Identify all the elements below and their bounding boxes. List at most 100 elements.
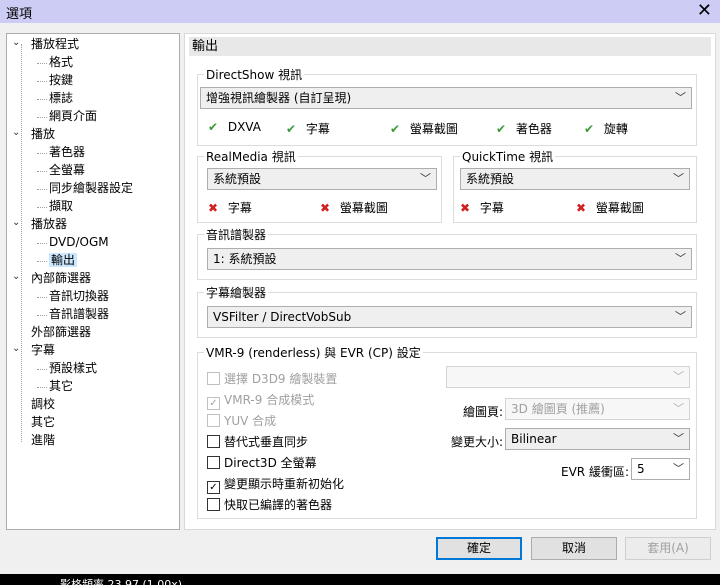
expand-chevron-icon[interactable]: ⌄ xyxy=(12,127,20,138)
chevron-down-icon: ﹀ xyxy=(673,172,684,185)
close-icon[interactable]: ✕ xyxy=(697,1,712,21)
vmr9-mixer-checkbox[interactable]: ✓ VMR-9 合成模式 xyxy=(207,391,314,410)
chevron-down-icon: ﹀ xyxy=(420,172,431,185)
directshow-renderer-select[interactable]: 增強視訊繪製器 (自訂呈現) ﹀ xyxy=(200,87,692,109)
chevron-down-icon: ﹀ xyxy=(673,432,684,445)
tree-item-label: 擷取 xyxy=(49,199,74,213)
tree-item-label: 內部篩選器 xyxy=(31,271,92,285)
window-title: 選項 xyxy=(6,7,33,22)
directshow-legend: DirectShow 視訊 xyxy=(204,66,305,83)
surface-label: 繪圖頁: xyxy=(463,405,504,419)
player-status-strip: 影格頻率 23.97 (1.00x) xyxy=(0,574,720,585)
expand-chevron-icon[interactable]: ⌄ xyxy=(12,271,20,282)
tree-item-label: 輸出 xyxy=(49,253,78,267)
resize-value: Bilinear xyxy=(511,432,557,446)
cancel-button[interactable]: 取消 xyxy=(531,537,617,560)
realmedia-group: RealMedia 視訊 系統預設 ﹀ ✖ 字幕 ✖ 螢幕截圖 xyxy=(197,148,442,223)
page-title: 輸出 xyxy=(189,37,711,56)
tree-item[interactable]: 擷取 xyxy=(49,198,73,215)
subtitle-renderer-group: 字幕繪製器 VSFilter / DirectVobSub ﹀ xyxy=(197,284,697,338)
subtitle-renderer-select[interactable]: VSFilter / DirectVobSub ﹀ xyxy=(207,306,692,328)
quicktime-cap-subtitle: ✖ 字幕 xyxy=(460,201,504,215)
audio-renderer-select[interactable]: 1: 系統預設 ﹀ xyxy=(207,248,692,270)
tree-item[interactable]: 預設樣式 xyxy=(49,360,97,377)
cap-subtitle: ✔ 字幕 xyxy=(286,122,330,136)
chevron-down-icon: ﹀ xyxy=(675,252,686,265)
cap-screenshot: ✔ 螢幕截圖 xyxy=(390,122,458,136)
yuv-mixing-checkbox[interactable]: YUV 合成 xyxy=(207,412,276,429)
cap-shader: ✔ 著色器 xyxy=(496,122,552,136)
d3d-fullscreen-checkbox[interactable]: Direct3D 全螢幕 xyxy=(207,454,317,471)
tree-item-label: 網頁介面 xyxy=(49,109,98,123)
tree-connector xyxy=(37,171,47,172)
tree-item[interactable]: 同步繪製器設定 xyxy=(49,180,133,197)
cache-shaders-checkbox[interactable]: 快取已編譯的著色器 xyxy=(207,496,332,513)
d3d9-device-select[interactable]: ﹀ xyxy=(446,366,690,388)
alternative-vsync-checkbox[interactable]: 替代式垂直同步 xyxy=(207,433,308,450)
tree-item-label: 同步繪製器設定 xyxy=(49,181,134,195)
tree-item-label: 預設樣式 xyxy=(49,361,98,375)
tree-connector xyxy=(37,297,47,298)
apply-button[interactable]: 套用(A) xyxy=(625,537,711,560)
tree-item[interactable]: 全螢幕 xyxy=(49,162,85,179)
evr-buffer-value: 5 xyxy=(637,462,645,476)
tree-connector xyxy=(37,117,47,118)
realmedia-renderer-select[interactable]: 系統預設 ﹀ xyxy=(207,168,437,190)
check-icon: ✔ xyxy=(390,122,401,136)
tree-item-label: 全螢幕 xyxy=(49,163,86,177)
tree-item[interactable]: 其它 xyxy=(31,414,55,431)
tree-item[interactable]: 其它 xyxy=(49,378,73,395)
expand-chevron-icon[interactable]: ⌄ xyxy=(12,37,20,48)
tree-item-label: 格式 xyxy=(49,55,74,69)
check-icon: ✔ xyxy=(584,122,595,136)
evr-buffer-spinner[interactable]: 5 ﹀ xyxy=(631,458,690,480)
cross-icon: ✖ xyxy=(576,201,587,215)
tree-item[interactable]: 網頁介面 xyxy=(49,108,97,125)
realmedia-cap-subtitle: ✖ 字幕 xyxy=(208,201,252,215)
realmedia-legend: RealMedia 視訊 xyxy=(204,148,298,165)
tree-item[interactable]: 調校 xyxy=(31,396,55,413)
vmr-settings-legend: VMR-9 (renderless) 與 EVR (CP) 設定 xyxy=(204,344,423,361)
quicktime-group: QuickTime 視訊 系統預設 ﹀ ✖ 字幕 ✖ 螢幕截圖 xyxy=(453,148,697,223)
expand-chevron-icon[interactable]: ⌄ xyxy=(12,217,20,228)
directshow-group: DirectShow 視訊 增強視訊繪製器 (自訂呈現) ﹀ ✔ DXVA ✔ 字… xyxy=(197,66,697,146)
ok-button[interactable]: 確定 xyxy=(436,537,522,560)
tree-connector xyxy=(37,207,47,208)
tree-item[interactable]: 輸出 xyxy=(49,252,78,269)
tree-item[interactable]: 外部篩選器 xyxy=(31,324,91,341)
tree-item[interactable]: 字幕 xyxy=(31,342,55,359)
tree-item[interactable]: DVD/OGM xyxy=(49,234,109,251)
tree-item[interactable]: 標誌 xyxy=(49,90,73,107)
tree-item[interactable]: 內部篩選器 xyxy=(31,270,91,287)
cross-icon: ✖ xyxy=(208,201,219,215)
expand-chevron-icon[interactable]: ⌄ xyxy=(12,343,20,354)
surface-select[interactable]: 3D 繪圖頁 (推薦) ﹀ xyxy=(505,398,690,420)
d3d9-device-checkbox[interactable]: 選擇 D3D9 繪製裝置 xyxy=(207,370,337,387)
tree-item-label: 著色器 xyxy=(49,145,86,159)
cross-icon: ✖ xyxy=(320,201,331,215)
tree-item[interactable]: 播放 xyxy=(31,126,55,143)
tree-item-label: 進階 xyxy=(31,433,56,447)
tree-connector xyxy=(37,81,47,82)
quicktime-renderer-select[interactable]: 系統預設 ﹀ xyxy=(460,168,690,190)
tree-connector xyxy=(37,63,47,64)
tree-item[interactable]: 播放程式 xyxy=(31,36,79,53)
checkmark-icon: ✓ xyxy=(207,481,220,494)
audio-renderer-value: 1: 系統預設 xyxy=(213,252,277,266)
tree-item[interactable]: 格式 xyxy=(49,54,73,71)
tree-item[interactable]: 著色器 xyxy=(49,144,85,161)
tree-connector xyxy=(21,44,22,442)
tree-item[interactable]: 按鍵 xyxy=(49,72,73,89)
resize-label: 變更大小: xyxy=(451,435,504,449)
options-tree[interactable]: ⌄ 播放程式格式按鍵標誌網頁介面 ⌄ 播放著色器全螢幕同步繪製器設定 擷取 ⌄ 播放器 DVD… xyxy=(6,33,180,530)
tree-item[interactable]: 播放器 xyxy=(31,216,67,233)
tree-item[interactable]: 進階 xyxy=(31,432,55,449)
audio-renderer-group: 音訊譜製器 1: 系統預設 ﹀ xyxy=(197,226,697,280)
tree-item[interactable]: 音訊切換器 xyxy=(49,288,109,305)
tree-item[interactable]: 音訊譜製器 xyxy=(49,306,109,323)
tree-item-label: 標誌 xyxy=(49,91,74,105)
reinit-display-checkbox[interactable]: ✓ 變更顯示時重新初始化 xyxy=(207,475,344,494)
resize-select[interactable]: Bilinear ﹀ xyxy=(505,428,690,450)
cross-icon: ✖ xyxy=(460,201,471,215)
tree-connector xyxy=(37,315,47,316)
